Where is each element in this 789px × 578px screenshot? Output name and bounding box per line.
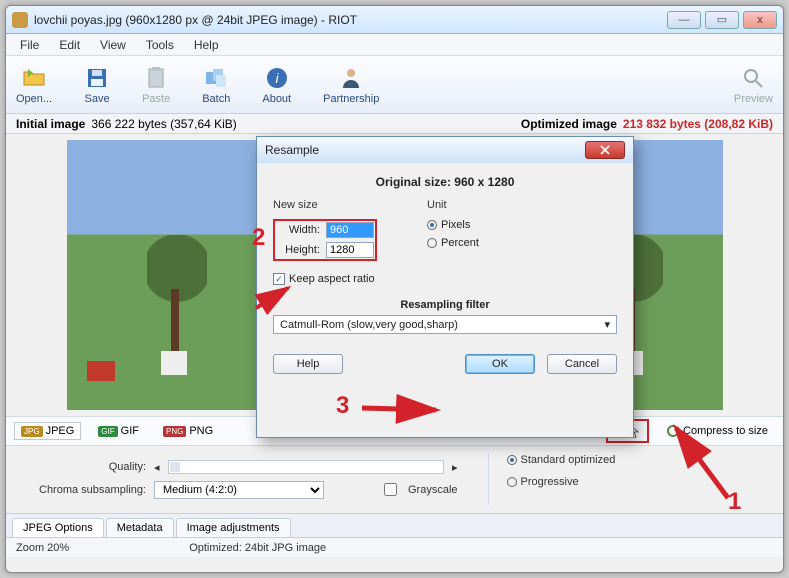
dialog-title: Resample bbox=[265, 143, 319, 157]
format-png[interactable]: PNGPNG bbox=[156, 422, 220, 440]
paste-button[interactable]: Paste bbox=[142, 65, 170, 105]
resample-dialog: Resample Original size: 960 x 1280 New s… bbox=[256, 136, 634, 438]
chevron-down-icon: ▾ bbox=[604, 318, 610, 331]
initial-label: Initial image bbox=[16, 117, 85, 131]
initial-value: 366 222 bytes (357,64 KiB) bbox=[91, 117, 236, 131]
menubar: File Edit View Tools Help bbox=[6, 34, 783, 56]
info-icon: i bbox=[264, 65, 290, 91]
chroma-select[interactable]: Medium (4:2:0) bbox=[154, 481, 324, 499]
radio-standard-optimized[interactable]: Standard optimized bbox=[507, 454, 771, 466]
controls-panel: Quality: ◂ ▸ Chroma subsampling: Medium … bbox=[6, 446, 783, 513]
floppy-icon bbox=[84, 65, 110, 91]
info-strip: Initial image 366 222 bytes (357,64 KiB)… bbox=[6, 114, 783, 134]
quality-slider[interactable] bbox=[168, 460, 444, 474]
clipboard-icon bbox=[143, 65, 169, 91]
help-button[interactable]: Help bbox=[273, 354, 343, 374]
width-input[interactable] bbox=[326, 222, 374, 238]
batch-button[interactable]: Batch bbox=[202, 65, 230, 105]
original-size-label: Original size: 960 x 1280 bbox=[273, 175, 617, 189]
status-zoom: Zoom 20% bbox=[16, 542, 69, 554]
optimized-value: 213 832 bytes (208,82 KiB) bbox=[623, 117, 773, 131]
menu-view[interactable]: View bbox=[90, 36, 136, 54]
format-jpeg[interactable]: JPGJPEG bbox=[14, 422, 81, 440]
grayscale-checkbox[interactable] bbox=[384, 483, 397, 496]
slider-left-arrow[interactable]: ◂ bbox=[154, 461, 160, 474]
dialog-close-button[interactable] bbox=[585, 141, 625, 159]
save-label: Save bbox=[85, 93, 110, 105]
height-label: Height: bbox=[276, 244, 320, 256]
tab-jpeg-options[interactable]: JPEG Options bbox=[12, 518, 104, 537]
menu-help[interactable]: Help bbox=[184, 36, 229, 54]
dialog-titlebar: Resample bbox=[257, 137, 633, 163]
initial-image-preview[interactable] bbox=[67, 140, 267, 410]
chroma-label: Chroma subsampling: bbox=[18, 484, 146, 496]
radio-progressive[interactable]: Progressive bbox=[507, 476, 771, 488]
resampling-filter-label: Resampling filter bbox=[273, 299, 617, 311]
close-button[interactable]: x bbox=[743, 11, 777, 29]
app-icon bbox=[12, 12, 28, 28]
folder-open-icon bbox=[21, 65, 47, 91]
keep-aspect-label: Keep aspect ratio bbox=[289, 273, 375, 285]
save-button[interactable]: Save bbox=[84, 65, 110, 105]
maximize-button[interactable]: ▭ bbox=[705, 11, 739, 29]
preview-label: Preview bbox=[734, 93, 773, 105]
magnifier-icon bbox=[740, 65, 766, 91]
grayscale-label: Grayscale bbox=[408, 484, 458, 496]
minimize-button[interactable]: — bbox=[667, 11, 701, 29]
quality-label: Quality: bbox=[18, 461, 146, 473]
menu-edit[interactable]: Edit bbox=[49, 36, 90, 54]
about-label: About bbox=[262, 93, 291, 105]
gear-icon bbox=[666, 424, 680, 438]
titlebar: lovchii poyas.jpg (960x1280 px @ 24bit J… bbox=[6, 6, 783, 34]
window-title: lovchii poyas.jpg (960x1280 px @ 24bit J… bbox=[34, 13, 667, 27]
partnership-button[interactable]: Partnership bbox=[323, 65, 379, 105]
person-icon bbox=[338, 65, 364, 91]
statusbar: Zoom 20% Optimized: 24bit JPG image bbox=[6, 537, 783, 557]
slider-right-arrow[interactable]: ▸ bbox=[452, 461, 458, 474]
radio-pixels[interactable]: Pixels bbox=[427, 219, 479, 231]
status-mode: Optimized: 24bit JPG image bbox=[189, 542, 326, 554]
resampling-filter-select[interactable]: Catmull-Rom (slow,very good,sharp)▾ bbox=[273, 315, 617, 334]
cancel-button[interactable]: Cancel bbox=[547, 354, 617, 374]
tab-image-adjustments[interactable]: Image adjustments bbox=[176, 518, 291, 537]
open-button[interactable]: Open... bbox=[16, 65, 52, 105]
ok-button[interactable]: OK bbox=[465, 354, 535, 374]
new-size-label: New size bbox=[273, 199, 377, 211]
keep-aspect-checkbox[interactable]: ✓Keep aspect ratio bbox=[273, 273, 377, 285]
bottom-tabs: JPEG Options Metadata Image adjustments bbox=[6, 513, 783, 537]
format-gif[interactable]: GIFGIF bbox=[91, 422, 146, 440]
partnership-label: Partnership bbox=[323, 93, 379, 105]
radio-percent[interactable]: Percent bbox=[427, 237, 479, 249]
menu-tools[interactable]: Tools bbox=[136, 36, 184, 54]
open-label: Open... bbox=[16, 93, 52, 105]
batch-label: Batch bbox=[202, 93, 230, 105]
menu-file[interactable]: File bbox=[10, 36, 49, 54]
toolbar: Open... Save Paste Batch i About Partner… bbox=[6, 56, 783, 114]
preview-button[interactable]: Preview bbox=[734, 65, 773, 105]
tab-metadata[interactable]: Metadata bbox=[106, 518, 174, 537]
about-button[interactable]: i About bbox=[262, 65, 291, 105]
height-input[interactable] bbox=[326, 242, 374, 258]
batch-icon bbox=[203, 65, 229, 91]
optimized-label: Optimized image bbox=[521, 117, 617, 131]
compress-to-size-button[interactable]: Compress to size bbox=[659, 421, 775, 441]
width-label: Width: bbox=[276, 224, 320, 236]
unit-label: Unit bbox=[427, 199, 479, 211]
paste-label: Paste bbox=[142, 93, 170, 105]
